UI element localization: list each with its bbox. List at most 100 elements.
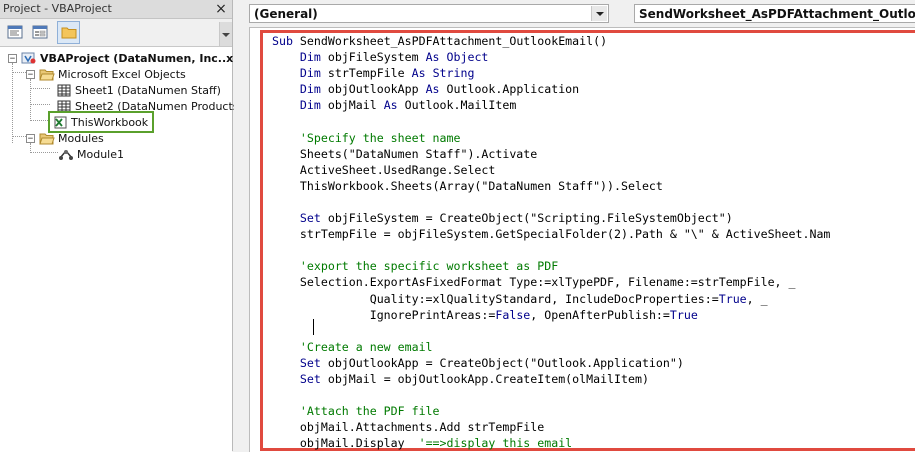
code-line[interactable] — [272, 323, 830, 339]
collapse-toggle[interactable]: − — [8, 53, 17, 63]
code-text: Sheets("DataNumen Staff").Activate — [272, 146, 538, 161]
toggle-folders-button[interactable] — [57, 21, 80, 44]
view-code-icon — [7, 25, 23, 39]
chevron-down-icon — [222, 33, 230, 37]
workbook-icon — [52, 115, 68, 129]
tree-guide-line — [12, 136, 26, 137]
code-line[interactable] — [272, 387, 830, 403]
code-line[interactable]: Quality:=xlQualityStandard, IncludeDocPr… — [272, 291, 830, 307]
code-text: objOutlookApp — [320, 82, 426, 97]
tree-item-label: Modules — [58, 131, 104, 145]
code-text: Outlook.MailItem — [397, 98, 517, 113]
code-keyword: True — [718, 291, 747, 306]
tree-item-label: Microsoft Excel Objects — [58, 67, 186, 81]
code-line[interactable]: ActiveSheet.UsedRange.Select — [272, 162, 830, 178]
code-text: ThisWorkbook.Sheets(Array("DataNumen Sta… — [272, 178, 663, 193]
chevron-down-icon[interactable] — [591, 6, 607, 21]
code-lines[interactable]: Sub SendWorksheet_AsPDFAttachment_Outloo… — [272, 33, 830, 451]
code-comment: 'Create a new email — [299, 339, 433, 354]
tree-item-modules[interactable]: − Modules — [26, 130, 104, 146]
code-keyword: Dim — [299, 82, 321, 97]
code-text: objMail = objOutlookApp.CreateItem(olMai… — [320, 371, 649, 386]
code-text: , OpenAfterPublish:= — [530, 307, 670, 322]
code-line[interactable]: 'export the specific worksheet as PDF — [272, 258, 830, 274]
code-keyword: False — [495, 307, 531, 322]
tree-item-sheet1[interactable]: Sheet1 (DataNumen Staff) — [56, 82, 221, 98]
code-line[interactable]: Sheets("DataNumen Staff").Activate — [272, 146, 830, 162]
code-line[interactable]: Dim objOutlookApp As Outlook.Application — [272, 81, 830, 97]
project-title: Project - VBAProject — [3, 2, 112, 15]
code-text: ActiveSheet.UsedRange.Select — [272, 162, 496, 177]
tree-item-excel-objects[interactable]: − Microsoft Excel Objects — [26, 66, 186, 82]
tree-guide-line — [30, 88, 50, 89]
module-icon — [58, 147, 74, 161]
code-keyword: As — [425, 82, 440, 97]
code-line[interactable]: Dim strTempFile As String — [272, 65, 830, 81]
code-text: strTempFile = objFileSystem.GetSpecialFo… — [272, 227, 831, 242]
code-text: objMail — [320, 98, 384, 113]
code-line[interactable]: 'Attach the PDF file — [272, 403, 830, 419]
code-keyword: Set — [299, 355, 321, 370]
toolbar-overflow-button[interactable] — [219, 22, 232, 46]
code-text: objOutlookApp = CreateObject("Outlook.Ap… — [320, 355, 684, 370]
close-button[interactable]: × — [213, 1, 229, 17]
code-keyword: Dim — [299, 66, 321, 81]
code-line[interactable]: objMail.Attachments.Add strTempFile — [272, 419, 830, 435]
code-keyword: True — [669, 307, 698, 322]
code-line[interactable]: Dim objMail As Outlook.MailItem — [272, 97, 830, 113]
code-text: IgnorePrintAreas:= — [272, 307, 496, 322]
code-line[interactable] — [272, 194, 830, 210]
tree-item-label: VBAProject (DataNumen, Inc..xls) — [40, 51, 249, 65]
collapse-toggle[interactable]: − — [26, 133, 35, 143]
worksheet-icon — [56, 83, 72, 97]
view-object-icon — [32, 25, 48, 39]
code-comment: 'Attach the PDF file — [299, 404, 440, 419]
code-comment: 'Specify the sheet name — [299, 130, 461, 145]
tree-guide-line — [12, 63, 13, 143]
code-text: SendWorksheet_AsPDFAttachment_OutlookEma… — [292, 34, 608, 48]
code-line[interactable]: 'Create a new email — [272, 339, 830, 355]
code-line[interactable] — [272, 242, 830, 258]
tree-guide-line — [30, 104, 50, 105]
project-toolbar — [0, 19, 232, 46]
folder-icon — [61, 27, 76, 39]
code-keyword: Dim — [299, 98, 321, 113]
code-line[interactable]: ThisWorkbook.Sheets(Array("DataNumen Sta… — [272, 178, 830, 194]
code-keyword: As String — [411, 66, 475, 81]
object-dropdown[interactable]: (General) — [249, 4, 609, 23]
vba-project-icon — [21, 51, 37, 65]
tree-item-label: Sheet1 (DataNumen Staff) — [75, 83, 221, 97]
code-line[interactable]: objMail.Display '==>display this email — [272, 435, 830, 451]
collapse-toggle[interactable]: − — [26, 69, 35, 79]
folder-open-icon — [39, 131, 55, 145]
code-line[interactable] — [272, 113, 830, 129]
code-comment: '==>display this email — [418, 436, 573, 451]
view-code-button[interactable] — [5, 22, 25, 42]
code-keyword: Set — [299, 371, 321, 386]
code-keyword: As — [383, 98, 398, 113]
code-line[interactable]: Set objFileSystem = CreateObject("Script… — [272, 210, 830, 226]
code-line[interactable]: Sub SendWorksheet_AsPDFAttachment_Outloo… — [272, 33, 830, 49]
code-line[interactable]: Selection.ExportAsFixedFormat Type:=xlTy… — [272, 274, 830, 290]
code-text: objMail.Attachments.Add strTempFile — [272, 420, 545, 435]
code-line[interactable]: Set objMail = objOutlookApp.CreateItem(o… — [272, 371, 830, 387]
tree-item-vbaproject[interactable]: − VBAProject (DataNumen, Inc..xls) — [8, 50, 249, 66]
code-line[interactable]: strTempFile = objFileSystem.GetSpecialFo… — [272, 226, 831, 242]
code-line[interactable]: Set objOutlookApp = CreateObject("Outloo… — [272, 355, 830, 371]
tree-item-module1[interactable]: Module1 — [58, 146, 124, 162]
code-line[interactable]: 'Specify the sheet name — [272, 130, 830, 146]
code-keyword: As Object — [425, 50, 489, 65]
procedure-dropdown[interactable]: SendWorksheet_AsPDFAttachment_OutlookEma… — [634, 4, 915, 23]
project-explorer-pane: Project - VBAProject × − VBAProject (Dat… — [0, 0, 249, 452]
code-line[interactable]: Dim objFileSystem As Object — [272, 49, 830, 65]
code-text: objFileSystem — [320, 50, 426, 65]
code-line[interactable]: IgnorePrintAreas:=False, OpenAfterPublis… — [272, 307, 830, 323]
view-object-button[interactable] — [30, 22, 50, 42]
